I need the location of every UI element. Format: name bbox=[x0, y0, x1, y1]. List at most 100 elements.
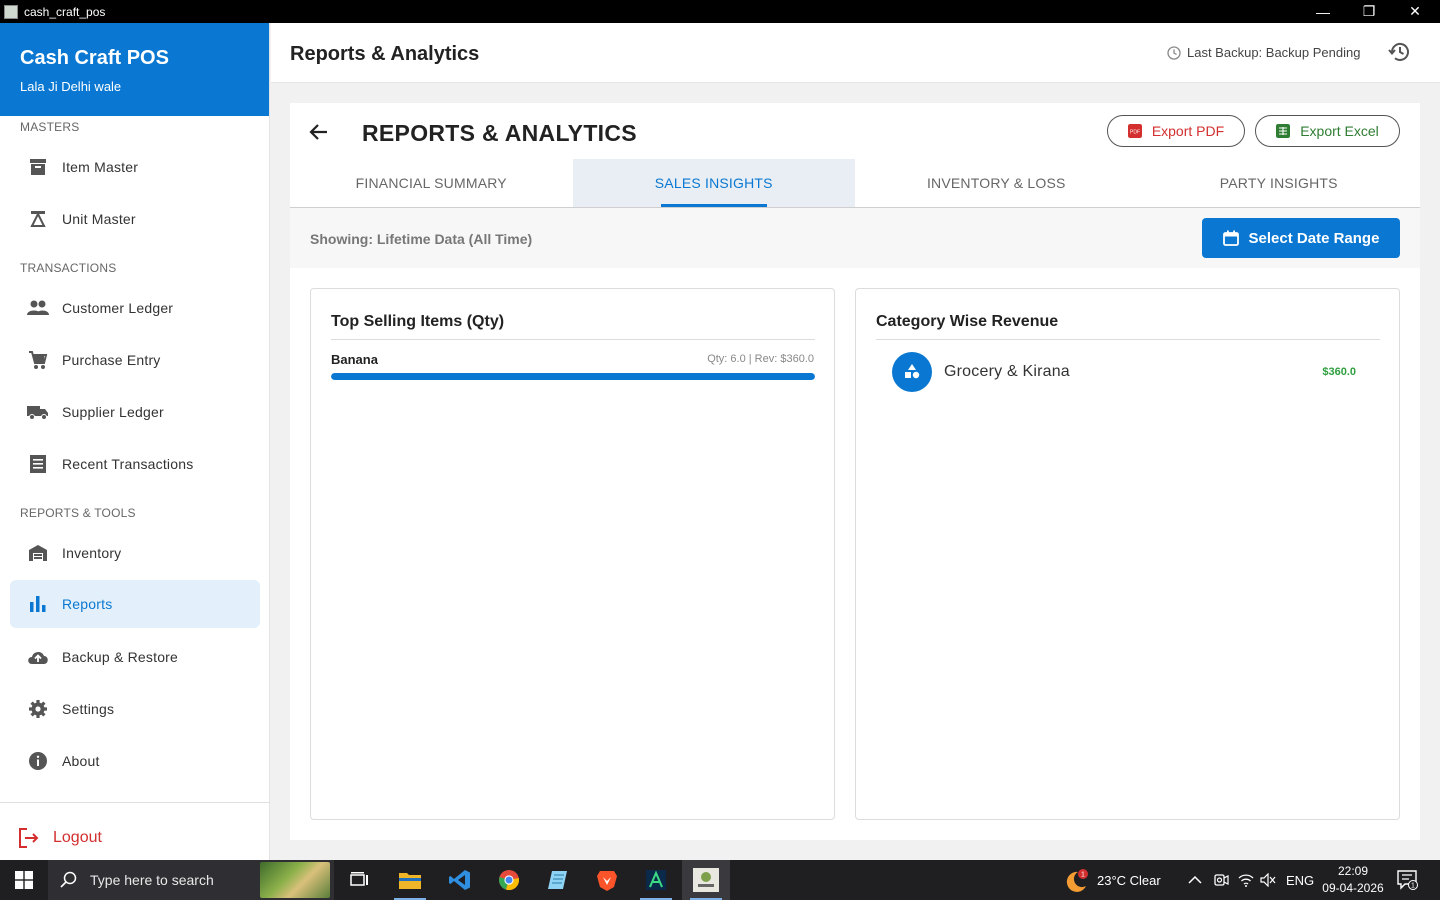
close-button[interactable]: ✕ bbox=[1392, 0, 1438, 23]
calendar-icon bbox=[1222, 230, 1239, 246]
tab-inventory-loss[interactable]: INVENTORY & LOSS bbox=[855, 159, 1138, 207]
weather-badge: 1 bbox=[1081, 872, 1085, 879]
export-pdf-button[interactable]: PDF Export PDF bbox=[1107, 115, 1245, 147]
sidebar-item-label: Supplier Ledger bbox=[62, 404, 164, 420]
top-item-bar-track bbox=[331, 373, 815, 380]
start-button[interactable] bbox=[0, 860, 48, 900]
truck-icon bbox=[26, 400, 50, 424]
brand-header: Cash Craft POS Lala Ji Delhi wale bbox=[0, 23, 269, 116]
taskbar-search-box[interactable]: Type here to search bbox=[48, 860, 334, 900]
app-icon bbox=[4, 4, 18, 19]
card-divider bbox=[331, 339, 815, 340]
wifi-icon[interactable] bbox=[1238, 860, 1254, 900]
show-hidden-icons[interactable] bbox=[1188, 860, 1202, 900]
weather-moon-icon: 1 bbox=[1066, 869, 1088, 892]
sidebar-item-supplier-ledger[interactable]: Supplier Ledger bbox=[10, 388, 260, 436]
sidebar-item-customer-ledger[interactable]: Customer Ledger bbox=[10, 284, 260, 332]
page-title: Reports & Analytics bbox=[290, 43, 480, 65]
date-filter-label: Showing: Lifetime Data (All Time) bbox=[310, 231, 533, 247]
taskbar-clock[interactable]: 22:09 09-04-2026 bbox=[1318, 863, 1388, 897]
notification-center-icon[interactable]: 1 bbox=[1397, 860, 1419, 900]
sidebar-item-reports[interactable]: Reports bbox=[10, 580, 260, 628]
clock-time: 22:09 bbox=[1337, 864, 1369, 878]
sidebar-item-unit-master[interactable]: Unit Master bbox=[10, 195, 260, 243]
scale-icon bbox=[26, 207, 50, 231]
section-masters: MASTERS bbox=[20, 120, 80, 134]
sidebar-item-about[interactable]: About bbox=[10, 737, 260, 785]
category-revenue-title: Category Wise Revenue bbox=[876, 313, 1059, 330]
language-text: ENG bbox=[1286, 872, 1315, 888]
backup-status-text: Last Backup: Backup Pending bbox=[1187, 45, 1361, 60]
sidebar-item-label: Item Master bbox=[62, 159, 139, 175]
chrome-icon[interactable] bbox=[485, 860, 533, 900]
active-tab-indicator bbox=[660, 204, 767, 207]
export-excel-button[interactable]: Export Excel bbox=[1255, 115, 1400, 147]
report-tabs: FINANCIAL SUMMARY SALES INSIGHTS INVENTO… bbox=[290, 159, 1420, 208]
chevron-up-icon bbox=[1188, 875, 1202, 884]
brand-name: Cash Craft POS bbox=[20, 47, 169, 69]
section-reports-tools: REPORTS & TOOLS bbox=[20, 506, 136, 520]
history-icon[interactable] bbox=[1388, 40, 1414, 66]
meet-icon[interactable] bbox=[1213, 860, 1229, 900]
sidebar-item-recent-transactions[interactable]: Recent Transactions bbox=[10, 440, 260, 488]
sidebar-divider bbox=[0, 802, 270, 803]
sidebar-item-inventory[interactable]: Inventory bbox=[10, 529, 260, 577]
restore-button[interactable]: ❐ bbox=[1346, 0, 1392, 23]
top-selling-card: Top Selling Items (Qty) Banana Qty: 6.0 … bbox=[310, 288, 835, 820]
volume-muted-icon[interactable] bbox=[1260, 860, 1276, 900]
filter-bar: Showing: Lifetime Data (All Time) Select… bbox=[290, 208, 1420, 268]
category-name: Grocery & Kirana bbox=[944, 363, 1070, 380]
top-item-name: Banana bbox=[331, 352, 378, 367]
tab-sales-insights[interactable]: SALES INSIGHTS bbox=[572, 159, 855, 207]
notepad-icon[interactable] bbox=[534, 860, 582, 900]
list-item[interactable]: Grocery & Kirana $360.0 bbox=[876, 351, 1380, 393]
cash-craft-app-icon[interactable] bbox=[682, 860, 730, 900]
select-date-range-label: Select Date Range bbox=[1248, 229, 1380, 247]
sidebar-item-label: Recent Transactions bbox=[62, 456, 194, 472]
tab-label: SALES INSIGHTS bbox=[654, 175, 773, 191]
panel-title: REPORTS & ANALYTICS bbox=[362, 120, 637, 146]
export-excel-label: Export Excel bbox=[1300, 123, 1379, 139]
sidebar-item-label: Customer Ledger bbox=[62, 300, 174, 316]
cloud-upload-icon bbox=[26, 645, 50, 669]
receipt-list-icon bbox=[26, 452, 50, 476]
select-date-range-button[interactable]: Select Date Range bbox=[1202, 218, 1400, 258]
brand-subtitle: Lala Ji Delhi wale bbox=[20, 79, 122, 94]
file-explorer-icon[interactable] bbox=[386, 860, 434, 900]
tab-label: PARTY INSIGHTS bbox=[1219, 175, 1338, 191]
sidebar-item-settings[interactable]: Settings bbox=[10, 685, 260, 733]
tab-label: FINANCIAL SUMMARY bbox=[355, 175, 507, 191]
sidebar-item-label: About bbox=[62, 753, 100, 769]
language-indicator[interactable]: ENG bbox=[1286, 860, 1314, 900]
svg-text:PDF: PDF bbox=[1130, 130, 1140, 136]
sidebar-item-label: Unit Master bbox=[62, 211, 136, 227]
info-icon bbox=[26, 749, 50, 773]
clock-date: 09-04-2026 bbox=[1322, 881, 1384, 895]
back-arrow-icon[interactable] bbox=[307, 120, 331, 144]
archive-box-icon bbox=[26, 155, 50, 179]
android-studio-icon[interactable] bbox=[632, 860, 680, 900]
tab-party-insights[interactable]: PARTY INSIGHTS bbox=[1138, 159, 1421, 207]
windows-logo-icon bbox=[15, 871, 33, 889]
notification-count: 1 bbox=[1411, 883, 1415, 890]
brave-icon[interactable] bbox=[583, 860, 631, 900]
weather-text: 23°C Clear bbox=[1097, 872, 1161, 888]
search-placeholder: Type here to search bbox=[90, 872, 214, 888]
logout-button[interactable]: Logout bbox=[0, 818, 270, 858]
logout-icon bbox=[17, 826, 41, 850]
tab-financial-summary[interactable]: FINANCIAL SUMMARY bbox=[290, 159, 573, 207]
sidebar-item-label: Settings bbox=[62, 701, 115, 717]
sidebar-item-purchase-entry[interactable]: Purchase Entry bbox=[10, 336, 260, 384]
sidebar-item-backup-restore[interactable]: Backup & Restore bbox=[10, 633, 260, 681]
app-header: Reports & Analytics Last Backup: Backup … bbox=[271, 23, 1440, 83]
sidebar-item-label: Inventory bbox=[62, 545, 122, 561]
task-view-icon[interactable] bbox=[336, 860, 384, 900]
tab-label: INVENTORY & LOSS bbox=[926, 175, 1066, 191]
sidebar-item-item-master[interactable]: Item Master bbox=[10, 143, 260, 191]
vscode-icon[interactable] bbox=[436, 860, 484, 900]
minimize-button[interactable]: — bbox=[1300, 0, 1346, 23]
weather-widget[interactable]: 1 23°C Clear bbox=[1064, 860, 1161, 900]
search-highlight-image bbox=[260, 862, 330, 898]
sidebar-item-label: Purchase Entry bbox=[62, 352, 161, 368]
backup-status: Last Backup: Backup Pending bbox=[1167, 45, 1360, 60]
